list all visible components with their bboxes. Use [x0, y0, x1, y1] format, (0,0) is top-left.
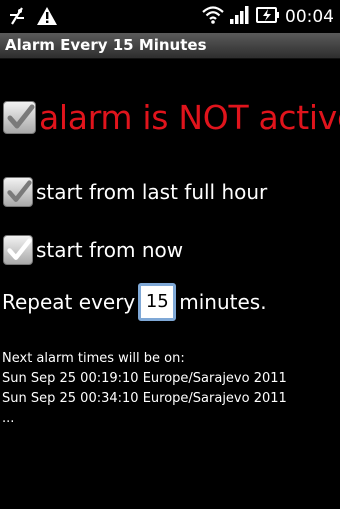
next-alarms-heading: Next alarm times will be on:	[2, 351, 185, 366]
checkmark-icon	[7, 180, 32, 202]
alarm-status-label: alarm is NOT active	[39, 98, 340, 137]
option-last-full-hour[interactable]: start from last full hour	[3, 177, 267, 207]
clock: 00:04	[285, 7, 334, 27]
repeat-row: Repeat every 15 minutes.	[2, 283, 267, 321]
app-title: Alarm Every 15 Minutes	[5, 36, 207, 54]
usb-debug-icon	[8, 6, 26, 30]
repeat-prefix: Repeat every	[2, 290, 136, 314]
last-full-hour-label: start from last full hour	[36, 180, 268, 204]
repeat-minutes-input[interactable]: 15	[138, 283, 177, 321]
status-bar: 00:04	[0, 0, 340, 33]
alarm-status-row[interactable]: alarm is NOT active	[3, 98, 340, 137]
warning-icon	[36, 6, 58, 30]
next-alarms: Next alarm times will be on: Sun Sep 25 …	[2, 349, 287, 429]
repeat-suffix: minutes.	[179, 290, 267, 314]
title-bar: Alarm Every 15 Minutes	[0, 33, 340, 59]
checkmark-icon	[7, 238, 32, 260]
wifi-icon	[202, 6, 224, 28]
signal-icon	[229, 5, 251, 29]
checkmark-icon	[7, 104, 35, 129]
option-start-now[interactable]: start from now	[3, 235, 183, 265]
next-alarms-ellipsis: ...	[2, 411, 15, 426]
alarm-active-checkbox[interactable]	[3, 101, 36, 134]
battery-charging-icon	[256, 5, 280, 29]
next-alarm-time: Sun Sep 25 00:19:10 Europe/Sarajevo 2011	[2, 371, 287, 386]
start-now-checkbox[interactable]	[3, 235, 33, 265]
next-alarm-time: Sun Sep 25 00:34:10 Europe/Sarajevo 2011	[2, 391, 287, 406]
start-now-label: start from now	[36, 238, 184, 262]
last-full-hour-checkbox[interactable]	[3, 177, 33, 207]
